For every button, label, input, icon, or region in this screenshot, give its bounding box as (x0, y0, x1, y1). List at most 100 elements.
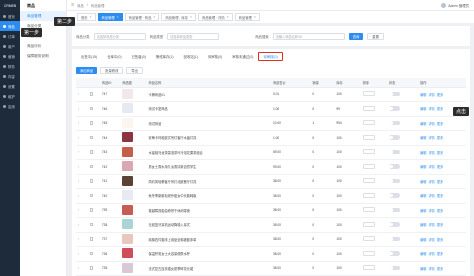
edit-link[interactable]: 编辑 (420, 136, 426, 140)
expand-icon[interactable]: › (78, 136, 79, 140)
rail-item-0[interactable]: 首页 (0, 11, 20, 21)
category-select[interactable]: 请选择商品分类 (93, 32, 146, 40)
product-thumbnail[interactable] (122, 132, 134, 143)
status-toggle[interactable] (388, 193, 400, 198)
product-thumbnail[interactable] (122, 103, 134, 114)
status-tab-7[interactable]: 待审核(0) (258, 52, 283, 61)
batch-edit-button[interactable]: 批量修改 (100, 67, 124, 74)
add-product-button[interactable]: 添加商品 (76, 67, 98, 74)
status-tab-3[interactable]: 警戒库存(1) (151, 52, 179, 61)
sort-input[interactable] (362, 221, 375, 227)
more-link[interactable]: 更多 (437, 151, 443, 155)
search-input[interactable]: 请输入商品名称/ID (272, 32, 345, 40)
more-link[interactable]: 更多 (437, 252, 443, 256)
expand-icon[interactable]: › (78, 208, 79, 212)
edit-link[interactable]: 编辑 (420, 194, 426, 198)
detail-link[interactable]: 详情 (428, 194, 434, 198)
breadcrumb-1[interactable]: 商品 (77, 3, 84, 8)
rail-item-2[interactable]: 订单 (0, 31, 20, 41)
close-icon[interactable]: × (190, 15, 192, 19)
product-thumbnail[interactable] (122, 175, 134, 186)
close-icon[interactable]: × (153, 15, 155, 19)
expand-icon[interactable]: › (78, 252, 79, 256)
product-thumbnail[interactable] (122, 262, 134, 273)
close-icon[interactable]: × (90, 15, 92, 19)
expand-icon[interactable]: › (78, 150, 79, 154)
expand-icon[interactable]: › (78, 194, 79, 198)
row-checkbox[interactable] (89, 121, 94, 125)
edit-link[interactable]: 编辑 (420, 180, 426, 184)
status-tab-1[interactable]: 仓库中(0) (102, 52, 126, 61)
more-link[interactable]: 更多 (437, 165, 443, 169)
user-menu[interactable]: Admin 管理员 (441, 2, 469, 8)
expand-icon[interactable]: › (78, 165, 79, 169)
edit-link[interactable]: 编辑 (420, 107, 426, 111)
edit-link[interactable]: 编辑 (420, 151, 426, 155)
more-link[interactable]: 更多 (437, 194, 443, 198)
submenu-item-3[interactable]: 商品评价 (20, 41, 66, 51)
rail-item-4[interactable]: 营销 (0, 51, 20, 61)
more-link[interactable]: 更多 (437, 122, 443, 126)
more-link[interactable]: 更多 (437, 209, 443, 213)
product-thumbnail[interactable] (122, 117, 134, 128)
sort-input[interactable] (362, 178, 375, 184)
status-tab-0[interactable]: 出售中(15) (76, 52, 102, 61)
menu-toggle-icon[interactable]: ☰ (71, 3, 74, 7)
product-thumbnail[interactable] (122, 219, 134, 230)
row-checkbox[interactable] (89, 237, 94, 241)
row-checkbox[interactable] (89, 266, 94, 270)
row-checkbox[interactable] (89, 222, 94, 226)
type-select[interactable]: 请选择商品类型 (167, 32, 220, 40)
close-icon[interactable]: × (117, 15, 119, 19)
expand-icon[interactable]: › (78, 266, 79, 270)
edit-link[interactable]: 编辑 (420, 238, 426, 242)
status-toggle[interactable] (388, 164, 400, 169)
product-thumbnail[interactable] (122, 88, 134, 99)
page-tab-0[interactable]: 首页 × (77, 13, 96, 21)
rail-item-5[interactable]: 财务 (0, 61, 20, 71)
detail-link[interactable]: 详情 (428, 223, 434, 227)
expand-icon[interactable]: › (78, 237, 79, 241)
more-link[interactable]: 更多 (437, 238, 443, 242)
sort-input[interactable] (362, 163, 375, 169)
rail-item-8[interactable]: 维护 (0, 91, 20, 101)
rail-item-3[interactable]: 用户 (0, 41, 20, 51)
status-toggle[interactable] (388, 222, 400, 227)
more-link[interactable]: 更多 (437, 267, 443, 271)
sort-input[interactable] (362, 236, 375, 242)
rail-item-7[interactable]: 设置 (0, 81, 20, 91)
product-thumbnail[interactable] (122, 190, 134, 201)
row-checkbox[interactable] (89, 106, 94, 110)
status-tab-5[interactable]: 待审核(0) (203, 52, 227, 61)
row-checkbox[interactable] (89, 251, 94, 255)
status-toggle[interactable] (388, 106, 400, 111)
sort-input[interactable] (362, 120, 375, 126)
rail-item-6[interactable]: 内容 (0, 71, 20, 81)
page-tab-2[interactable]: 商品管理 · 商品 × (124, 13, 160, 21)
row-checkbox[interactable] (89, 164, 94, 168)
status-toggle[interactable] (388, 207, 400, 212)
status-toggle[interactable] (388, 251, 400, 256)
expand-icon[interactable]: › (78, 121, 79, 125)
sort-input[interactable] (362, 192, 375, 198)
sort-input[interactable] (362, 91, 375, 97)
edit-link[interactable]: 编辑 (420, 267, 426, 271)
edit-link[interactable]: 编辑 (420, 223, 426, 227)
submenu-item-4[interactable]: 保障服务说明 (20, 51, 66, 61)
product-thumbnail[interactable] (122, 204, 134, 215)
more-link[interactable]: 更多 (437, 136, 443, 140)
page-tab-5[interactable]: 商品管理 × (234, 13, 260, 21)
page-tab-1[interactable]: 商品管理 × (97, 13, 123, 21)
query-button[interactable]: 查询 (348, 32, 364, 40)
more-link[interactable]: 更多 (437, 107, 443, 111)
row-checkbox[interactable] (89, 208, 94, 212)
sort-input[interactable] (362, 149, 375, 155)
detail-link[interactable]: 详情 (428, 165, 434, 169)
status-tab-2[interactable]: 已售罄(0) (127, 52, 151, 61)
expand-icon[interactable]: › (78, 223, 79, 227)
detail-link[interactable]: 详情 (428, 151, 434, 155)
export-button[interactable]: 导出 (126, 67, 143, 74)
sort-input[interactable] (362, 105, 375, 111)
detail-link[interactable]: 详情 (428, 107, 434, 111)
close-icon[interactable]: × (227, 15, 229, 19)
